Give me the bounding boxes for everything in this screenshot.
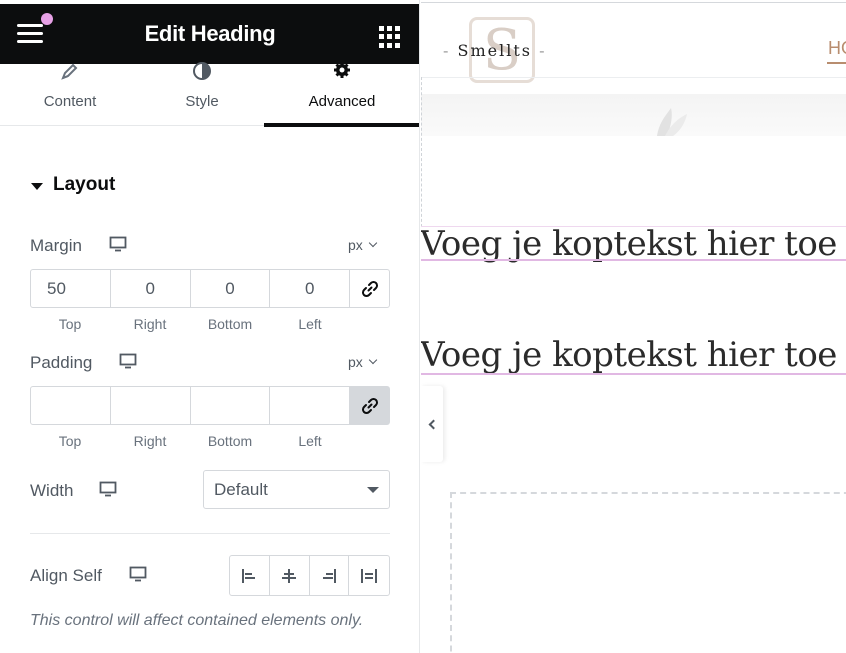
section-layout-toggle[interactable]: Layout — [31, 174, 115, 196]
desktop-icon[interactable] — [119, 353, 137, 369]
padding-top-input[interactable] — [31, 387, 111, 424]
heading-widget[interactable]: Voeg je koptekst hier toe — [421, 335, 837, 375]
editor-panel: Edit Heading Content Style Advanced Layo… — [0, 0, 420, 653]
hero-image — [421, 94, 846, 136]
tab-style-label: Style — [185, 93, 219, 110]
preview-canvas: S - Smellts - HO Voeg je koptekst hier t… — [421, 0, 846, 653]
padding-left-input[interactable] — [270, 387, 351, 424]
align-start-icon — [242, 568, 256, 583]
padding-bottom-label: Bottom — [207, 433, 253, 449]
caret-down-icon — [31, 182, 43, 190]
margin-link-button[interactable] — [350, 270, 389, 307]
link-icon — [361, 397, 378, 414]
panel-title: Edit Heading — [144, 21, 276, 46]
tab-advanced[interactable]: Advanced — [264, 62, 419, 127]
heading-widget[interactable]: Voeg je koptekst hier toe — [421, 224, 837, 264]
chevron-down-icon — [368, 238, 378, 248]
align-center-icon — [282, 568, 297, 583]
padding-left-label: Left — [298, 433, 322, 449]
align-end-button[interactable] — [310, 556, 350, 595]
padding-bottom-input[interactable] — [191, 387, 271, 424]
margin-left-input[interactable]: 0 — [270, 270, 351, 307]
container-outline — [421, 77, 422, 227]
heading-top-outline — [421, 226, 846, 227]
padding-inputs — [30, 386, 390, 425]
margin-bottom-input[interactable]: 0 — [191, 270, 271, 307]
desktop-icon[interactable] — [129, 566, 147, 582]
tab-content-label: Content — [43, 93, 97, 110]
margin-top-input[interactable]: 50 — [31, 270, 111, 307]
margin-label: Margin — [30, 236, 82, 255]
collapse-panel-button[interactable] — [421, 386, 443, 462]
logo-text: Smellts — [457, 41, 532, 60]
align-self-buttons — [229, 555, 390, 596]
heading-selection-outline — [421, 259, 846, 261]
margin-sublabels: Top Right Bottom Left — [30, 316, 350, 332]
align-center-button[interactable] — [270, 556, 310, 595]
padding-right-input[interactable] — [111, 387, 191, 424]
header-divider — [421, 77, 846, 78]
chevron-down-icon — [368, 355, 378, 365]
margin-bottom-label: Bottom — [207, 316, 253, 332]
caret-down-icon — [367, 487, 379, 493]
margin-unit-select[interactable]: px — [348, 237, 378, 253]
align-stretch-button[interactable] — [349, 556, 389, 595]
site-logo[interactable]: S - Smellts - — [443, 14, 573, 84]
align-end-icon — [322, 568, 336, 583]
padding-unit-select[interactable]: px — [348, 354, 378, 370]
nav-item-home[interactable]: HO — [828, 38, 846, 59]
margin-unit: px — [348, 237, 363, 253]
pencil-icon — [61, 63, 78, 80]
panel-header: Edit Heading — [0, 4, 419, 64]
divider — [30, 533, 390, 534]
section-title: Layout — [53, 174, 116, 195]
padding-label: Padding — [30, 353, 93, 372]
align-self-label: Align Self — [30, 566, 102, 585]
padding-link-button[interactable] — [350, 387, 389, 424]
gear-icon — [334, 62, 350, 78]
width-select[interactable]: Default — [203, 470, 390, 509]
half-circle-icon — [193, 62, 211, 80]
chevron-left-icon — [428, 419, 439, 429]
margin-right-input[interactable]: 0 — [111, 270, 191, 307]
heading-selection-outline — [421, 373, 846, 375]
active-tab-indicator — [264, 123, 419, 127]
width-select-value: Default — [214, 480, 268, 499]
align-stretch-icon — [361, 568, 378, 583]
padding-unit: px — [348, 354, 363, 370]
padding-top-label: Top — [58, 433, 82, 449]
tab-content[interactable]: Content — [0, 63, 140, 126]
preview-top-border — [421, 2, 846, 3]
desktop-icon[interactable] — [99, 481, 117, 497]
logo-wordmark: - Smellts - — [443, 41, 583, 60]
empty-container-drop-area[interactable] — [450, 492, 846, 653]
margin-left-label: Left — [298, 316, 322, 332]
tab-advanced-label: Advanced — [308, 93, 376, 110]
margin-top-label: Top — [58, 316, 82, 332]
align-start-button[interactable] — [230, 556, 270, 595]
flower-image — [657, 108, 687, 136]
widgets-grid-icon[interactable] — [379, 26, 401, 48]
padding-right-label: Right — [133, 433, 167, 449]
align-self-note: This control will affect contained eleme… — [30, 612, 364, 629]
panel-tabs: Content Style Advanced — [0, 62, 419, 127]
logo-dash-right: - — [539, 41, 547, 60]
link-icon — [361, 280, 378, 297]
logo-dash-left: - — [443, 41, 451, 60]
width-label: Width — [30, 481, 74, 500]
desktop-icon[interactable] — [109, 236, 127, 252]
tab-style[interactable]: Style — [140, 62, 264, 126]
padding-sublabels: Top Right Bottom Left — [30, 433, 350, 449]
nav-active-underline — [827, 62, 846, 64]
margin-inputs: 50 0 0 0 — [30, 269, 390, 308]
margin-right-label: Right — [133, 316, 167, 332]
